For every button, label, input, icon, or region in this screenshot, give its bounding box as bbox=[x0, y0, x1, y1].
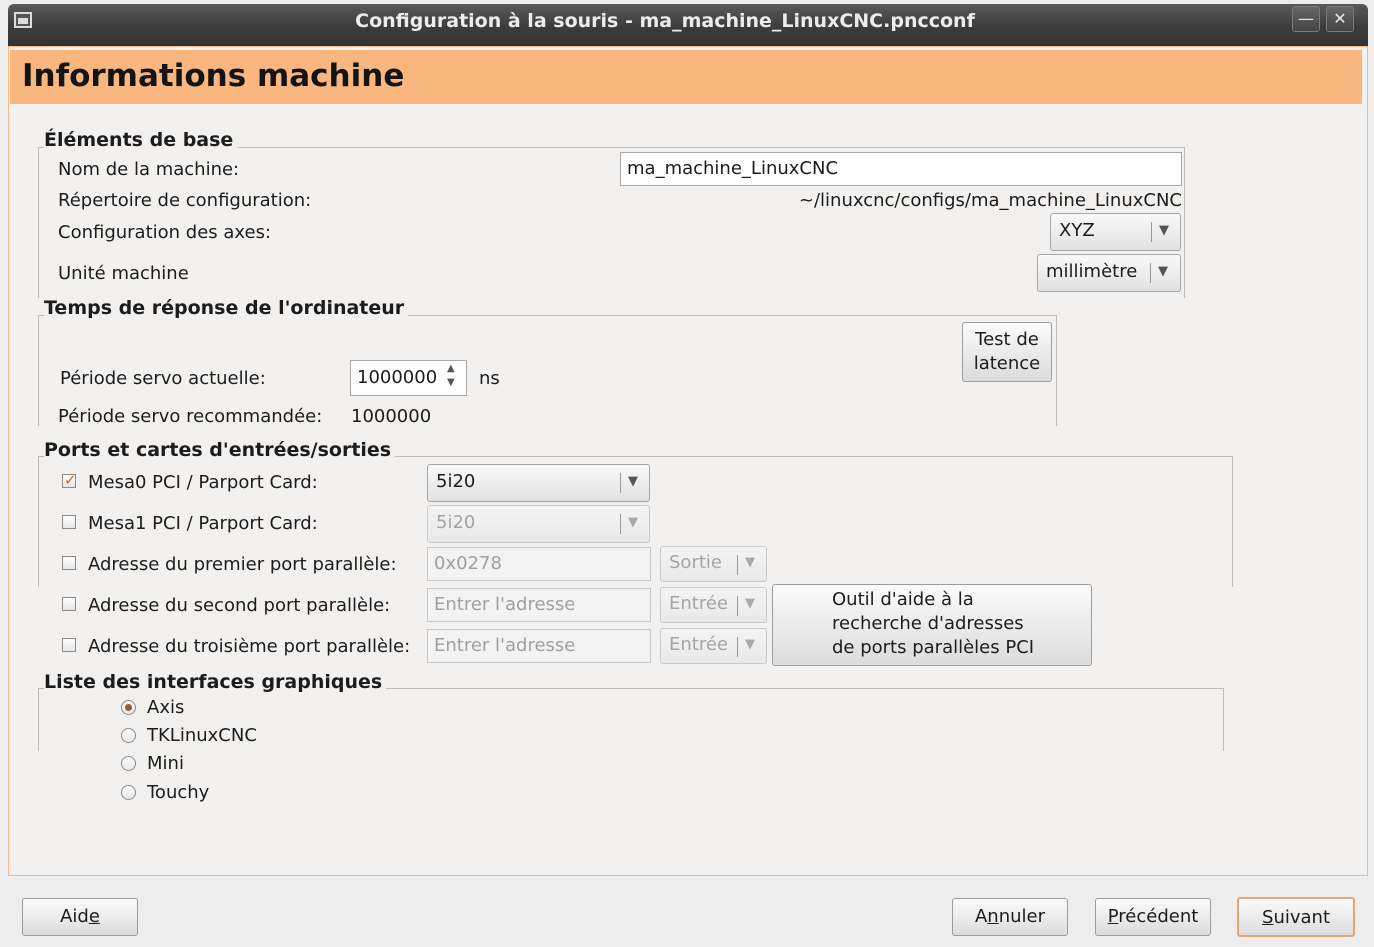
gui-section-title: Liste des interfaces graphiques bbox=[44, 671, 387, 693]
previous-label-a: P bbox=[1107, 906, 1119, 927]
latency-section-title: Temps de réponse de l'ordinateur bbox=[44, 297, 409, 319]
io-section-title: Ports et cartes d'entrées/sorties bbox=[44, 439, 396, 461]
latency-test-button[interactable]: Test de latence bbox=[962, 322, 1052, 382]
chevron-down-icon: ▼ bbox=[628, 515, 638, 530]
mesa0-label: Mesa0 PCI / Parport Card: bbox=[88, 472, 318, 493]
machine-name-input[interactable]: ma_machine_LinuxCNC bbox=[620, 152, 1182, 186]
helper-label-line1: Outil d'aide à la bbox=[832, 589, 974, 610]
help-label-a: Aid bbox=[60, 906, 89, 927]
helper-label-line2: recherche d'adresses bbox=[832, 613, 1024, 634]
cancel-button[interactable]: Annuler bbox=[952, 898, 1068, 936]
next-label-a: S bbox=[1262, 907, 1274, 928]
mesa1-combo-value: 5i20 bbox=[436, 512, 476, 533]
mesa1-combo[interactable]: 5i20 ▼ bbox=[427, 505, 650, 543]
close-button[interactable]: ✕ bbox=[1326, 6, 1354, 32]
help-label-b: e bbox=[88, 906, 100, 927]
chevron-down-icon: ▼ bbox=[628, 474, 638, 489]
pp2-direction-combo[interactable]: Entrée ▼ bbox=[660, 587, 767, 623]
gui-radio-tklinuxcnc[interactable] bbox=[121, 728, 136, 743]
pp3-address-input[interactable]: Entrer l'adresse bbox=[427, 629, 651, 663]
mesa1-checkbox[interactable] bbox=[62, 515, 76, 529]
mesa1-label: Mesa1 PCI / Parport Card: bbox=[88, 513, 318, 534]
minimize-icon: — bbox=[1298, 9, 1314, 28]
recommended-period-value: 1000000 bbox=[351, 406, 432, 427]
next-button[interactable]: Suivant bbox=[1237, 897, 1355, 937]
gui-option-tklinuxcnc[interactable]: TKLinuxCNC bbox=[147, 725, 257, 746]
pp1-direction-combo[interactable]: Sortie ▼ bbox=[660, 546, 767, 582]
pp2-address-input[interactable]: Entrer l'adresse bbox=[427, 588, 651, 622]
spin-arrows-icon[interactable]: ▲ ▼ bbox=[447, 362, 455, 390]
pci-parport-helper-button[interactable]: Outil d'aide à la recherche d'adresses d… bbox=[772, 584, 1092, 666]
previous-button[interactable]: Précédent bbox=[1095, 898, 1211, 936]
close-icon: ✕ bbox=[1333, 9, 1347, 28]
cancel-label-a: A bbox=[974, 906, 988, 927]
helper-label-line3: de ports parallèles PCI bbox=[832, 637, 1035, 658]
servo-period-unit: ns bbox=[479, 368, 500, 389]
chevron-down-icon: ▼ bbox=[745, 596, 755, 611]
pp3-label: Adresse du troisième port parallèle: bbox=[88, 636, 411, 657]
servo-period-value: 1000000 bbox=[357, 367, 438, 388]
chevron-down-icon: ▼ bbox=[745, 637, 755, 652]
chevron-down-icon: ▼ bbox=[1158, 264, 1168, 279]
basic-section-title: Éléments de base bbox=[44, 129, 238, 151]
latency-test-label-line2: latence bbox=[973, 353, 1041, 374]
pp3-checkbox[interactable] bbox=[62, 638, 76, 652]
window-title: Configuration à la souris - ma_machine_L… bbox=[355, 10, 975, 32]
config-dir-value: ~/linuxcnc/configs/ma_machine_LinuxCNC bbox=[798, 190, 1182, 211]
units-label: Unité machine bbox=[58, 263, 189, 284]
recommended-period-label: Période servo recommandée: bbox=[58, 406, 323, 427]
cancel-label-c: nuler bbox=[998, 906, 1046, 927]
previous-label-b: récédent bbox=[1118, 906, 1199, 927]
pp2-direction-value: Entrée bbox=[669, 593, 728, 614]
pp1-address-input[interactable]: 0x0278 bbox=[427, 547, 651, 581]
minimize-button[interactable]: — bbox=[1292, 6, 1320, 32]
pp1-direction-value: Sortie bbox=[669, 552, 722, 573]
gui-option-mini[interactable]: Mini bbox=[147, 753, 184, 774]
mesa0-checkbox[interactable]: ✓ bbox=[62, 471, 77, 489]
cancel-label-b: n bbox=[987, 906, 999, 927]
gui-radio-mini[interactable] bbox=[121, 756, 136, 771]
page-title: Informations machine bbox=[22, 58, 405, 94]
config-dir-label: Répertoire de configuration: bbox=[58, 190, 312, 211]
pp1-label: Adresse du premier port parallèle: bbox=[88, 554, 397, 575]
mesa0-combo-value: 5i20 bbox=[436, 471, 476, 492]
pp2-label: Adresse du second port parallèle: bbox=[88, 595, 391, 616]
gui-radio-axis[interactable] bbox=[121, 700, 136, 715]
axes-combo-value: XYZ bbox=[1059, 220, 1095, 241]
help-button[interactable]: Aide bbox=[22, 898, 138, 936]
mesa0-combo[interactable]: 5i20 ▼ bbox=[427, 464, 650, 502]
gui-option-axis[interactable]: Axis bbox=[147, 697, 184, 718]
pp3-direction-value: Entrée bbox=[669, 634, 728, 655]
pp2-checkbox[interactable] bbox=[62, 597, 76, 611]
units-combo-value: millimètre bbox=[1046, 261, 1138, 282]
units-combo[interactable]: millimètre ▼ bbox=[1037, 254, 1181, 292]
checkmark-icon: ✓ bbox=[64, 471, 77, 489]
axes-label: Configuration des axes: bbox=[58, 222, 272, 243]
servo-period-label: Période servo actuelle: bbox=[60, 368, 266, 389]
pp1-checkbox[interactable] bbox=[62, 556, 76, 570]
chevron-down-icon: ▼ bbox=[745, 555, 755, 570]
gui-radio-touchy[interactable] bbox=[121, 785, 136, 800]
machine-name-label: Nom de la machine: bbox=[58, 159, 240, 180]
chevron-down-icon: ▼ bbox=[1159, 223, 1169, 238]
axes-combo[interactable]: XYZ ▼ bbox=[1050, 213, 1181, 251]
next-label-b: uivant bbox=[1273, 907, 1330, 928]
gui-option-touchy[interactable]: Touchy bbox=[147, 782, 209, 803]
latency-test-label-line1: Test de bbox=[975, 329, 1039, 350]
pp3-direction-combo[interactable]: Entrée ▼ bbox=[660, 628, 767, 664]
